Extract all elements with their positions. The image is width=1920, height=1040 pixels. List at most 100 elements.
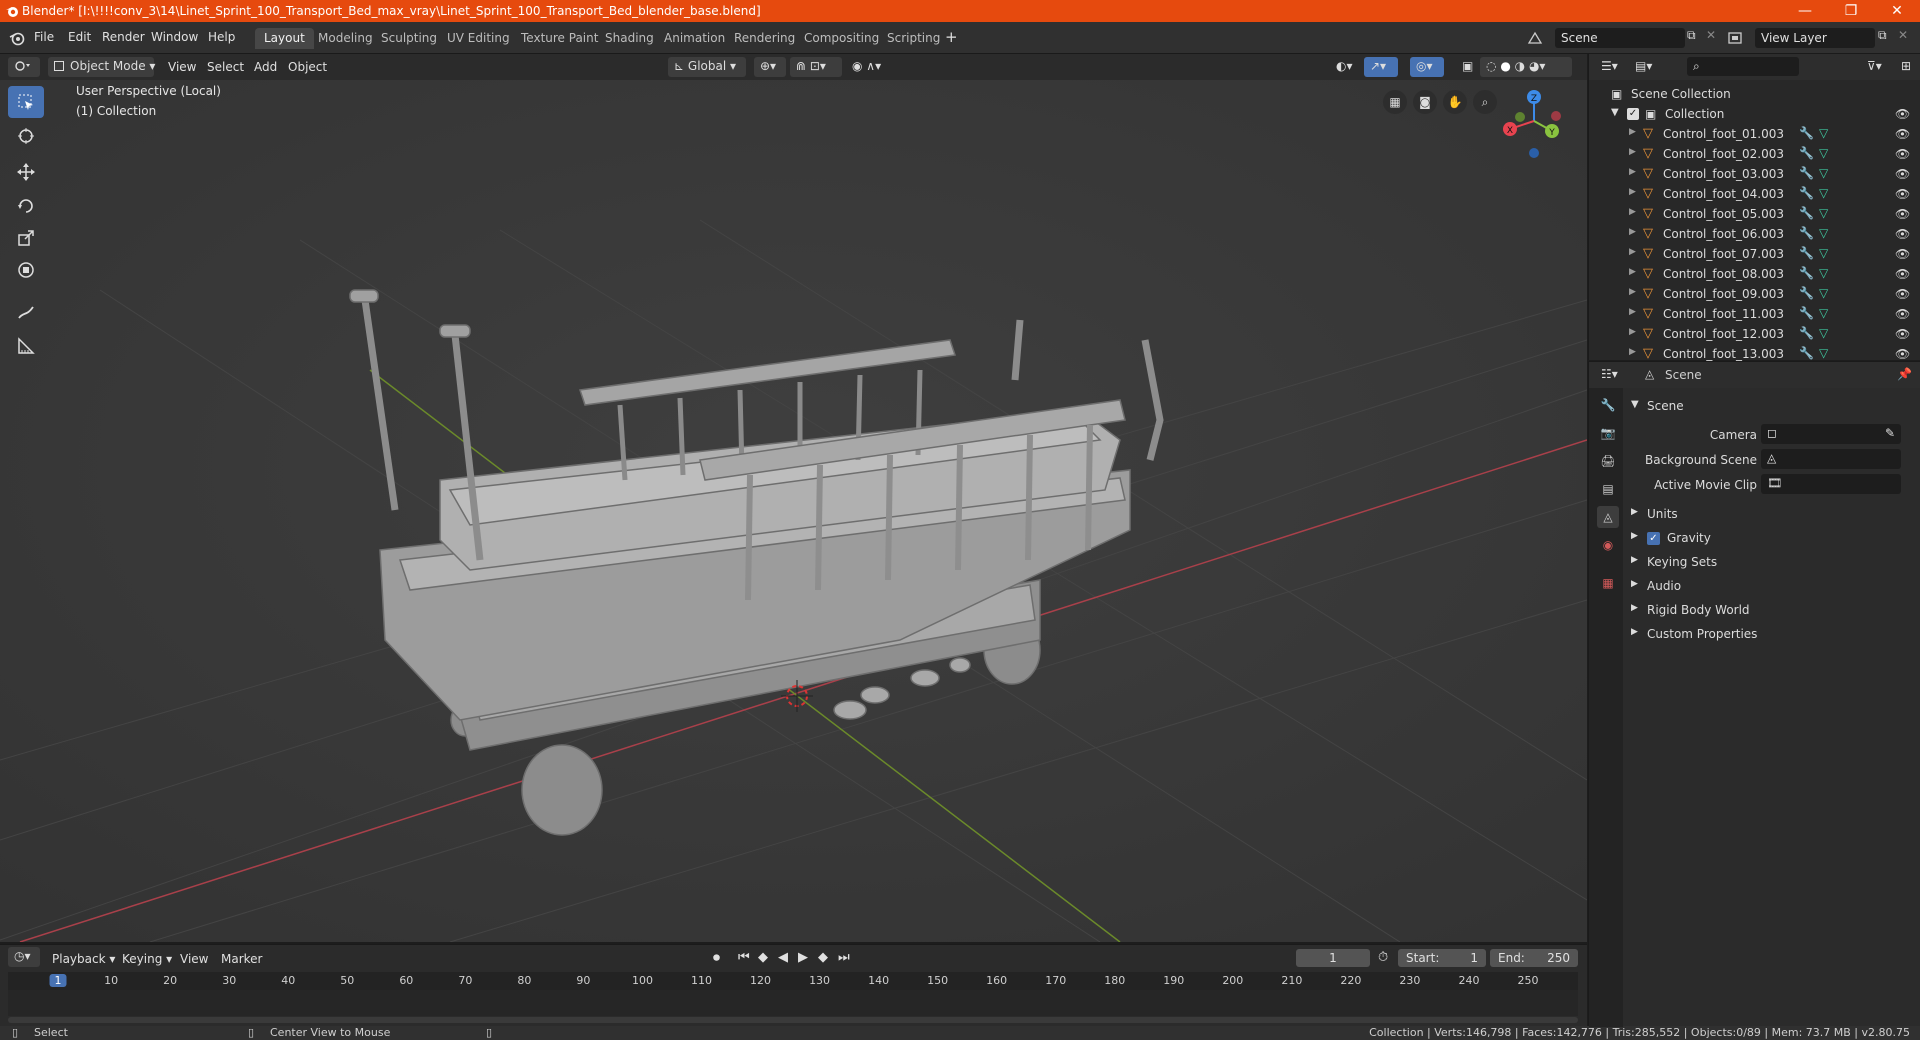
cursor-tool[interactable] bbox=[8, 120, 44, 152]
xray-toggle[interactable]: ▣ bbox=[1456, 57, 1476, 77]
menu-object[interactable]: Object bbox=[288, 60, 327, 74]
neg-x-handle[interactable] bbox=[1551, 111, 1561, 121]
outliner-search-input[interactable]: ⌕ bbox=[1687, 57, 1799, 76]
properties-section[interactable]: ▶ Units bbox=[1625, 504, 1915, 526]
delete-view-layer-icon[interactable]: ✕ bbox=[1898, 28, 1908, 42]
neg-y-handle[interactable] bbox=[1515, 112, 1525, 122]
new-view-layer-icon[interactable]: ⧉ bbox=[1878, 28, 1887, 43]
camera-field[interactable]: ◻ ✎ bbox=[1761, 424, 1901, 444]
view-layer-icon[interactable] bbox=[1727, 30, 1743, 46]
close-button[interactable]: ✕ bbox=[1874, 0, 1920, 22]
blender-menu-icon[interactable] bbox=[9, 30, 25, 46]
expand-arrow-icon[interactable]: ▼ bbox=[1611, 107, 1619, 118]
move-tool[interactable] bbox=[8, 156, 44, 188]
visibility-eye-icon[interactable]: 👁 bbox=[1895, 247, 1910, 261]
viewport-canvas[interactable] bbox=[0, 80, 1587, 942]
add-workspace-button[interactable]: + bbox=[945, 28, 958, 46]
outliner-row-object[interactable]: ▶ ▽ Control_foot_03.003 🔧 ▽ 👁 bbox=[1589, 164, 1920, 184]
outliner-row-object[interactable]: ▶ ▽ Control_foot_02.003 🔧 ▽ 👁 bbox=[1589, 144, 1920, 164]
mesh-data-icon[interactable]: ▽ bbox=[1819, 246, 1828, 260]
modifier-wrench-icon[interactable]: 🔧 bbox=[1799, 206, 1814, 220]
expand-arrow-icon[interactable]: ▶ bbox=[1629, 287, 1636, 297]
current-frame-field[interactable]: 1 bbox=[1296, 949, 1370, 967]
scene-selector[interactable]: Scene bbox=[1555, 28, 1685, 48]
proportional-edit-button[interactable]: ◉ ∧▾ bbox=[846, 57, 896, 77]
mesh-data-icon[interactable]: ▽ bbox=[1819, 226, 1828, 240]
visibility-eye-icon[interactable]: 👁 bbox=[1895, 127, 1910, 141]
jump-end-icon[interactable]: ⏭ bbox=[838, 950, 850, 965]
gizmo-toggle[interactable]: ↗▾ bbox=[1364, 57, 1398, 77]
3d-viewport[interactable]: User Perspective (Local) (1) Collection … bbox=[0, 80, 1587, 942]
outliner-row-object[interactable]: ▶ ▽ Control_foot_04.003 🔧 ▽ 👁 bbox=[1589, 184, 1920, 204]
jump-start-icon[interactable]: ⏮ bbox=[738, 950, 750, 965]
outliner-row-object[interactable]: ▶ ▽ Control_foot_01.003 🔧 ▽ 👁 bbox=[1589, 124, 1920, 144]
menu-keying[interactable]: Keying ▾ bbox=[122, 952, 172, 966]
expand-arrow-icon[interactable]: ▶ bbox=[1629, 267, 1636, 277]
outliner-editor-type-button[interactable]: ☰▾ bbox=[1595, 57, 1625, 77]
tab-shading[interactable]: Shading bbox=[596, 28, 663, 49]
visibility-eye-icon[interactable]: 👁 bbox=[1895, 147, 1910, 161]
next-keyframe-icon[interactable]: ◆ bbox=[818, 950, 828, 965]
visibility-eye-icon[interactable]: 👁 bbox=[1895, 207, 1910, 221]
play-icon[interactable]: ▶ bbox=[798, 950, 808, 965]
modifier-wrench-icon[interactable]: 🔧 bbox=[1799, 186, 1814, 200]
material-shading-icon[interactable]: ◑ bbox=[1515, 59, 1525, 73]
properties-section[interactable]: ▶ ✓ Gravity bbox=[1625, 528, 1915, 550]
mesh-data-icon[interactable]: ▽ bbox=[1819, 186, 1828, 200]
snap-button[interactable]: ⋒ ⊡▾ bbox=[790, 57, 842, 77]
expand-arrow-icon[interactable]: ▶ bbox=[1629, 147, 1636, 157]
properties-section[interactable]: ▶ Rigid Body World bbox=[1625, 600, 1915, 622]
measure-tool[interactable] bbox=[8, 330, 44, 362]
tab-world[interactable]: ◉ bbox=[1597, 534, 1619, 556]
visibility-toggle[interactable]: ◐▾ bbox=[1330, 57, 1362, 77]
mesh-data-icon[interactable]: ▽ bbox=[1819, 286, 1828, 300]
eyedropper-icon[interactable]: ✎ bbox=[1885, 426, 1895, 440]
stopwatch-icon[interactable]: ⏱ bbox=[1378, 950, 1388, 965]
menu-select[interactable]: Select bbox=[207, 60, 244, 74]
menu-edit[interactable]: Edit bbox=[68, 30, 91, 44]
solid-shading-icon[interactable]: ● bbox=[1500, 59, 1510, 73]
start-frame-field[interactable]: Start: 1 bbox=[1398, 949, 1486, 967]
outliner-row-object[interactable]: ▶ ▽ Control_foot_09.003 🔧 ▽ 👁 bbox=[1589, 284, 1920, 304]
visibility-eye-icon[interactable]: 👁 bbox=[1895, 287, 1910, 301]
visibility-eye-icon[interactable]: 👁 bbox=[1895, 267, 1910, 281]
outliner-row-scene-collection[interactable]: ▣ Scene Collection bbox=[1589, 84, 1920, 104]
pan-hand-icon[interactable]: ✋ bbox=[1443, 90, 1467, 114]
mesh-data-icon[interactable]: ▽ bbox=[1819, 306, 1828, 320]
menu-render[interactable]: Render bbox=[102, 30, 145, 44]
tab-sculpting[interactable]: Sculpting bbox=[372, 28, 446, 49]
frame-ruler[interactable]: 1 10 20 30 40 50 60 70 80 90 100 110 120 130 140 150 160… bbox=[8, 972, 1578, 1016]
camera-view-icon[interactable]: ◙ bbox=[1413, 90, 1437, 114]
modifier-wrench-icon[interactable]: 🔧 bbox=[1799, 126, 1814, 140]
modifier-wrench-icon[interactable]: 🔧 bbox=[1799, 146, 1814, 160]
tab-view-layer[interactable]: ▤ bbox=[1597, 478, 1619, 500]
mesh-data-icon[interactable]: ▽ bbox=[1819, 146, 1828, 160]
menu-file[interactable]: File bbox=[34, 30, 54, 44]
mesh-data-icon[interactable]: ▽ bbox=[1819, 326, 1828, 340]
modifier-wrench-icon[interactable]: 🔧 bbox=[1799, 226, 1814, 240]
pin-icon[interactable]: 📌 bbox=[1897, 367, 1912, 381]
modifier-wrench-icon[interactable]: 🔧 bbox=[1799, 166, 1814, 180]
tab-animation[interactable]: Animation bbox=[655, 28, 734, 49]
keyframe-area[interactable] bbox=[8, 990, 1578, 1016]
outliner-row-object[interactable]: ▶ ▽ Control_foot_12.003 🔧 ▽ 👁 bbox=[1589, 324, 1920, 344]
menu-view[interactable]: View bbox=[168, 60, 196, 74]
current-frame-marker[interactable]: 1 bbox=[49, 974, 67, 987]
shading-modes[interactable]: ◌ ● ◑ ◕▾ bbox=[1480, 57, 1572, 77]
rotate-tool[interactable] bbox=[8, 190, 44, 222]
menu-add[interactable]: Add bbox=[254, 60, 277, 74]
expand-arrow-icon[interactable]: ▶ bbox=[1629, 127, 1636, 137]
tab-scene[interactable]: ◬ bbox=[1597, 506, 1619, 528]
modifier-wrench-icon[interactable]: 🔧 bbox=[1799, 266, 1814, 280]
modifier-wrench-icon[interactable]: 🔧 bbox=[1799, 326, 1814, 340]
modifier-wrench-icon[interactable]: 🔧 bbox=[1799, 306, 1814, 320]
menu-window[interactable]: Window bbox=[151, 30, 198, 44]
expand-arrow-icon[interactable]: ▶ bbox=[1629, 227, 1636, 237]
filter-button[interactable]: ⊽▾ bbox=[1861, 57, 1891, 77]
tab-modeling[interactable]: Modeling bbox=[309, 28, 382, 49]
visibility-eye-icon[interactable]: 👁 bbox=[1895, 327, 1910, 341]
background-scene-field[interactable]: ◬ bbox=[1761, 449, 1901, 469]
timeline-editor-type-button[interactable]: ◷▾ bbox=[8, 947, 40, 967]
tab-rendering[interactable]: Rendering bbox=[725, 28, 804, 49]
view-layer-selector[interactable]: View Layer bbox=[1755, 28, 1875, 48]
